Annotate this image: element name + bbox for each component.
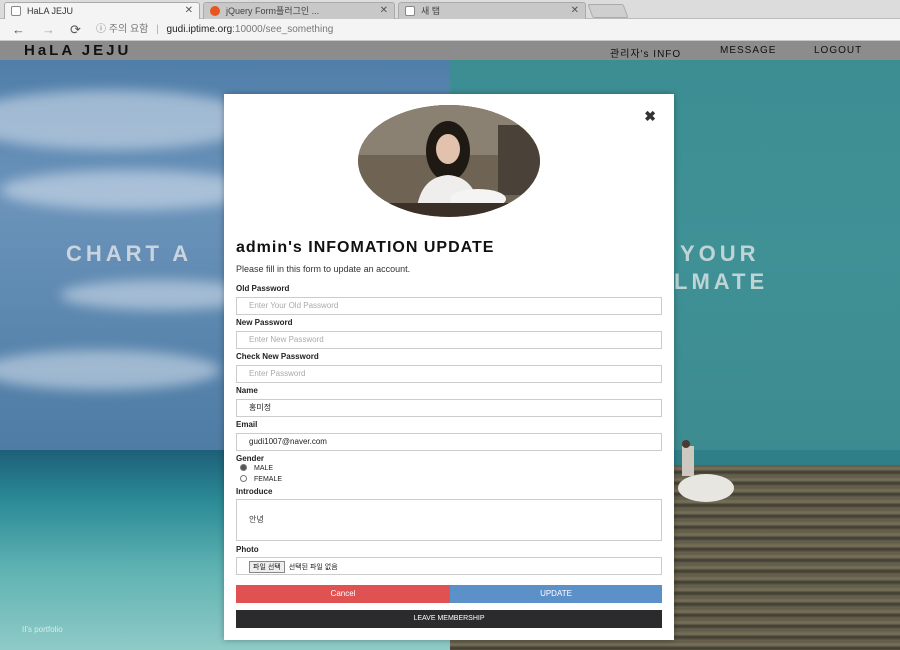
page-icon (11, 6, 21, 16)
browser-address-bar: ← → ⟳ ⓘ 주의 요함 | gudi.iptime.org:10000/se… (0, 19, 900, 41)
close-icon[interactable]: ✕ (380, 3, 388, 19)
gender-radio-male[interactable]: MALE (240, 464, 273, 472)
email-field[interactable]: gudi1007@naver.com (236, 433, 662, 451)
update-button[interactable]: UPDATE (450, 585, 662, 603)
new-password-field[interactable]: Enter New Password (236, 331, 662, 349)
cancel-button[interactable]: Cancel (236, 585, 450, 603)
back-arrow-icon[interactable]: ← (12, 21, 25, 39)
url-input[interactable]: ⓘ 주의 요함 | gudi.iptime.org:10000/see_some… (96, 22, 886, 38)
radio-button[interactable] (240, 475, 247, 482)
tab-title: HaLA JEJU (27, 6, 74, 16)
site-navbar: HaLA JEJU 관리자's INFO MESSAGE LOGOUT (0, 41, 900, 60)
hero-heading-right-1: YOUR (680, 241, 760, 266)
file-status: 선택된 파일 없음 (288, 564, 338, 571)
person-figure-image (678, 440, 734, 502)
browser-tab-bar: HaLA JEJU ✕ jQuery Form플러그인 ... ✕ 새 탭 ✕ (0, 0, 900, 19)
nav-admin-info[interactable]: 관리자's INFO (610, 45, 681, 60)
check-password-field[interactable]: Enter Password (236, 365, 662, 383)
close-icon[interactable]: ✕ (571, 3, 579, 19)
introduce-label: Introduce (236, 487, 273, 496)
modal-subtitle: Please fill in this form to update an ac… (236, 264, 411, 274)
site-favicon-icon (210, 6, 220, 16)
leave-membership-button[interactable]: LEAVE MEMBERSHIP (236, 610, 662, 628)
gender-option-label: MALE (254, 465, 274, 472)
divider: | (156, 24, 159, 35)
close-icon[interactable]: ✕ (185, 3, 193, 19)
modal-title: admin's INFOMATION UPDATE (236, 239, 495, 256)
nav-message[interactable]: MESSAGE (720, 45, 776, 56)
avatar (358, 105, 540, 217)
update-info-modal: ✖ admin's INFOMATION UPDATE Please fill … (224, 94, 674, 640)
browser-tab-new[interactable]: 새 탭 ✕ (398, 2, 586, 19)
profile-photo-image (358, 105, 540, 217)
new-tab-button[interactable] (587, 4, 629, 18)
photo-file-input[interactable]: 파일 선택 선택된 파일 없음 (236, 557, 662, 575)
footer-note: II's portfolio (22, 625, 63, 634)
old-password-label: Old Password (236, 284, 290, 293)
browser-tab-jquery[interactable]: jQuery Form플러그인 ... ✕ (203, 2, 395, 19)
name-label: Name (236, 386, 258, 395)
photo-label: Photo (236, 545, 259, 554)
email-label: Email (236, 420, 258, 429)
gender-option-label: FEMALE (254, 476, 283, 483)
hero-heading-left: CHART A (66, 241, 193, 266)
page-icon (405, 6, 415, 16)
url-path: :10000/see_something (232, 24, 334, 35)
radio-button-checked[interactable] (240, 464, 247, 471)
security-label: 주의 요함 (108, 24, 149, 35)
info-icon[interactable]: ⓘ (96, 24, 106, 35)
tab-title: 새 탭 (421, 6, 441, 16)
hero-heading-right-2: LMATE (674, 269, 769, 294)
close-icon[interactable]: ✖ (644, 108, 656, 125)
site-logo[interactable]: HaLA JEJU (24, 42, 131, 59)
nav-logout[interactable]: LOGOUT (814, 45, 862, 56)
check-password-label: Check New Password (236, 352, 319, 361)
reload-icon[interactable]: ⟳ (70, 21, 81, 39)
forward-arrow-icon[interactable]: → (42, 21, 55, 39)
name-field[interactable]: 홍미정 (236, 399, 662, 417)
choose-file-button[interactable]: 파일 선택 (249, 561, 285, 573)
url-host: gudi.iptime.org (166, 24, 233, 35)
browser-tab-hala-jeju[interactable]: HaLA JEJU ✕ (4, 2, 200, 19)
gender-label: Gender (236, 454, 265, 463)
tab-title: jQuery Form플러그인 ... (226, 6, 320, 16)
old-password-field[interactable]: Enter Your Old Password (236, 297, 662, 315)
gender-radio-female[interactable]: FEMALE (240, 475, 282, 483)
new-password-label: New Password (236, 318, 293, 327)
introduce-textarea[interactable]: 안녕 (236, 499, 662, 541)
